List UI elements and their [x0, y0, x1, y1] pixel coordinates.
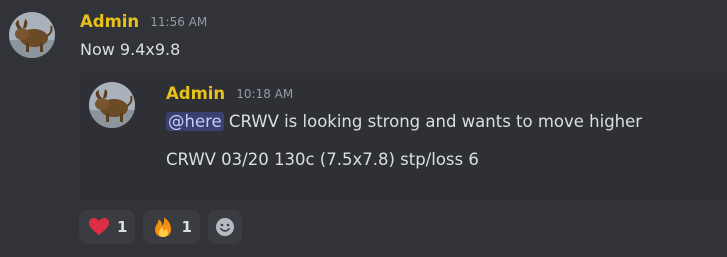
reaction-fire[interactable]: 1 [143, 210, 200, 244]
chat-message: Admin 11:56 AM Now 9.4x9.8 Admin 10:18 A… [0, 0, 727, 257]
smiley-icon [214, 216, 236, 238]
forwarded-author-name[interactable]: Admin [166, 84, 225, 103]
fire-icon [152, 216, 174, 238]
message-timestamp[interactable]: 11:56 AM [150, 15, 207, 29]
author-name[interactable]: Admin [80, 12, 139, 31]
reaction-heart[interactable]: 1 [79, 210, 136, 244]
reactions-bar: 1 1 [79, 210, 242, 244]
heart-icon [88, 216, 110, 238]
reaction-count: 1 [117, 218, 128, 236]
forwarded-avatar[interactable] [89, 82, 135, 128]
avatar[interactable] [9, 12, 55, 58]
message-header: Admin 11:56 AM [80, 12, 207, 34]
message-content: Now 9.4x9.8 [80, 40, 181, 59]
here-mention[interactable]: @here [166, 112, 224, 131]
add-reaction-button[interactable] [207, 210, 242, 244]
forwarded-timestamp[interactable]: 10:18 AM [236, 87, 293, 101]
forwarded-line-2: CRWV 03/20 130c (7.5x7.8) stp/loss 6 [166, 150, 479, 169]
reaction-count: 1 [181, 218, 192, 236]
forwarded-line-1: @here CRWV is looking strong and wants t… [166, 112, 642, 131]
forwarded-header: Admin 10:18 AM [166, 84, 293, 103]
forwarded-line-1-text: CRWV is looking strong and wants to move… [223, 112, 643, 131]
